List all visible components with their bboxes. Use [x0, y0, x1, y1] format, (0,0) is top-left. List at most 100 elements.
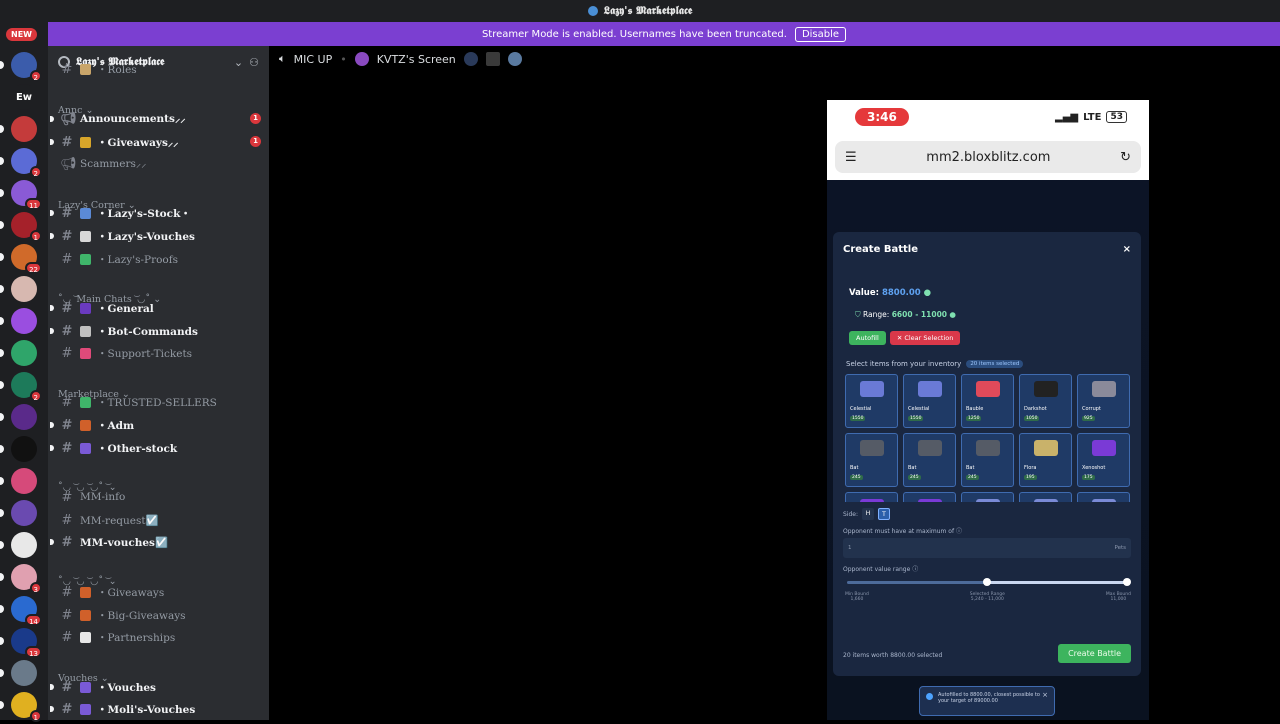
channel-name: Announcements⸝⸝ [80, 113, 186, 125]
inventory-item[interactable]: Celestial 1550 [903, 374, 956, 428]
channel-item[interactable]: # ・TRUSTED-SELLERS [60, 392, 265, 412]
server-avatar [11, 116, 37, 142]
channel-item[interactable]: # ・Big-Giveaways [60, 605, 265, 625]
server-icon[interactable]: 11 [0, 180, 42, 210]
voice-channel-name[interactable]: MIC UP [294, 53, 333, 66]
server-icon[interactable] [0, 468, 37, 494]
server-icon[interactable] [0, 500, 37, 526]
server-icon[interactable]: 22 [0, 244, 42, 274]
inventory-item[interactable] [961, 492, 1014, 502]
item-name: Celestial [850, 406, 872, 412]
channel-item[interactable]: # ・Partnerships [60, 627, 265, 647]
inventory-item[interactable]: Darkshot 1050 [1019, 374, 1072, 428]
inventory-item[interactable]: Bat 245 [961, 433, 1014, 487]
selection-summary: 20 items worth 8800.00 selected [843, 652, 943, 659]
channel-item[interactable]: 📢︎ Announcements⸝⸝ 1 [50, 109, 265, 129]
value-range-slider[interactable] [847, 578, 1131, 586]
server-icon[interactable] [0, 532, 37, 558]
url-field[interactable]: ☰ mm2.bloxblitz.com ↻ [835, 141, 1141, 173]
server-rail: NEW 2 Ew 2 11 1 22 2 3 14 13 1 [0, 22, 48, 722]
inventory-item[interactable] [1077, 492, 1130, 502]
channel-item[interactable]: # ・Moli's-Vouches [50, 699, 265, 719]
item-image [860, 499, 884, 502]
mention-badge: 1 [29, 710, 42, 722]
inventory-item[interactable] [1019, 492, 1072, 502]
channel-item[interactable]: # ・General [50, 298, 265, 318]
window-titlebar: 𝕷𝖆𝖟𝖞'𝖘 𝕸𝖆𝖗𝖐𝖊𝖙𝖕𝖑𝖆𝖈𝖊 [0, 0, 1280, 22]
server-icon[interactable]: 1 [0, 692, 42, 722]
opponent-max-input[interactable]: 1 Pets [843, 538, 1131, 558]
server-icon[interactable] [0, 116, 37, 142]
slider-high-handle[interactable] [1123, 578, 1131, 586]
new-badge[interactable]: NEW [6, 28, 37, 41]
server-icon[interactable] [0, 340, 37, 366]
inventory-item[interactable]: Bat 245 [903, 433, 956, 487]
inventory-item[interactable]: Corrupt 925 [1077, 374, 1130, 428]
server-icon[interactable] [0, 436, 37, 462]
tabs-icon[interactable]: ☰ [845, 150, 857, 165]
channel-emoji-icon [80, 703, 91, 715]
server-icon[interactable] [0, 404, 37, 430]
hash-icon: # [61, 607, 73, 623]
inventory-item[interactable] [845, 492, 898, 502]
close-icon[interactable]: × [1123, 244, 1131, 255]
inventory-item[interactable]: Celestial 1550 [845, 374, 898, 428]
hash-icon: # [61, 534, 73, 550]
channel-item[interactable]: # ・Other-stock [50, 438, 265, 458]
server-icon[interactable]: 2 [0, 372, 42, 402]
inventory-item[interactable]: Bauble 1250 [961, 374, 1014, 428]
channel-item[interactable]: # MM-request☑️ [60, 510, 265, 530]
side-h-option[interactable]: H [862, 508, 874, 520]
disable-button[interactable]: Disable [794, 26, 847, 42]
channel-item[interactable]: # ・Vouches [50, 677, 265, 697]
inventory-item[interactable]: Xenoshot 175 [1077, 433, 1130, 487]
channel-item[interactable]: # ・Adm [50, 415, 265, 435]
speaker-icon: 🔈︎ [279, 52, 286, 65]
server-icon[interactable]: 2 [0, 52, 42, 82]
channel-item[interactable]: # MM-info [60, 487, 265, 507]
clear-selection-button[interactable]: ✕ Clear Selection [889, 331, 961, 345]
server-icon[interactable] [0, 308, 37, 334]
inventory-item[interactable] [903, 492, 956, 502]
channel-item[interactable]: # ・Support-Tickets [60, 343, 265, 363]
autofill-button[interactable]: Autofill [849, 331, 886, 345]
slider-low-handle[interactable] [983, 578, 991, 586]
create-battle-modal: Create Battle × Value: 8800.00 ● ⛉ Range… [833, 232, 1141, 676]
channel-item[interactable]: # ・Giveaways⸝⸝ 1 [50, 132, 265, 152]
channel-item[interactable]: # MM-vouches☑️ [50, 532, 265, 552]
channel-emoji-icon [80, 419, 91, 431]
server-icon[interactable]: 1 [0, 212, 42, 242]
reload-icon[interactable]: ↻ [1120, 150, 1131, 165]
hash-icon: # [61, 61, 73, 77]
battery-icon: 53 [1106, 111, 1127, 123]
close-icon[interactable]: × [1042, 691, 1048, 699]
server-icon[interactable]: 13 [0, 628, 42, 658]
hash-icon: # [61, 489, 73, 505]
channel-item[interactable]: 📢︎ Scammers⸝⸝ [60, 154, 265, 174]
inventory-item[interactable]: Bat 245 [845, 433, 898, 487]
server-icon[interactable]: 2 [0, 148, 42, 178]
channel-item[interactable]: # ・Lazy's-Stock・ [50, 203, 265, 223]
unread-pill [0, 637, 4, 645]
channel-item[interactable]: # ・Bot-Commands [50, 321, 265, 341]
server-icon[interactable]: Ew [11, 84, 37, 110]
channel-item[interactable]: # ・Lazy's-Proofs [60, 249, 265, 269]
hash-icon: # [61, 701, 73, 717]
unread-pill [0, 381, 4, 389]
create-battle-button[interactable]: Create Battle [1058, 644, 1131, 663]
item-name: Flora [1024, 465, 1037, 471]
inventory-item[interactable]: Flora 195 [1019, 433, 1072, 487]
channel-name: ・Lazy's-Vouches [97, 230, 195, 243]
server-icon[interactable]: 3 [0, 564, 42, 594]
server-icon[interactable] [0, 276, 37, 302]
side-t-option[interactable]: T [878, 508, 890, 520]
stream-name[interactable]: KVTZ's Screen [377, 53, 456, 66]
channel-item[interactable]: # ・Lazy's-Vouches [50, 226, 265, 246]
server-avatar: Ew [11, 84, 37, 110]
server-icon[interactable] [0, 660, 37, 686]
channel-item[interactable]: # ・Giveaways [60, 582, 265, 602]
server-icon[interactable]: 14 [0, 596, 42, 626]
channel-item[interactable]: # ・Roles [60, 59, 265, 79]
mention-badge: 14 [25, 614, 42, 626]
mention-badge: 13 [25, 646, 42, 658]
